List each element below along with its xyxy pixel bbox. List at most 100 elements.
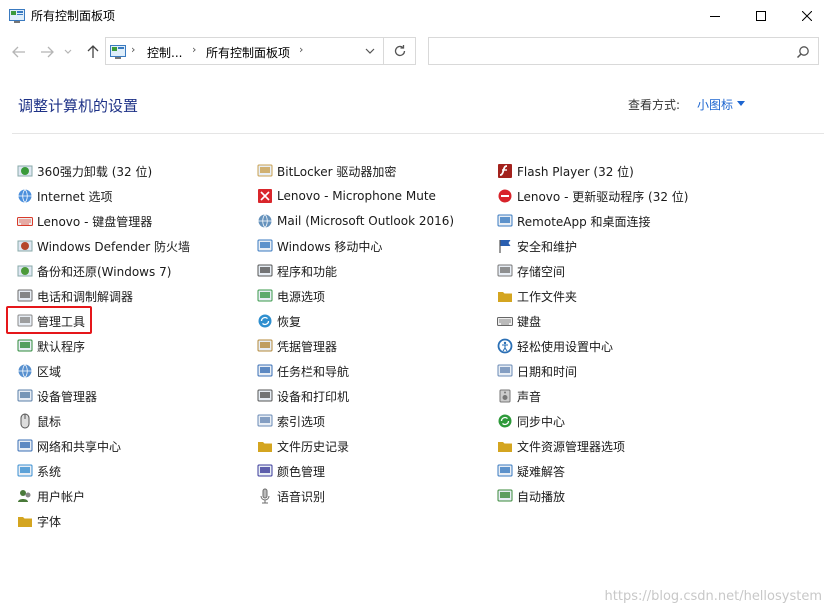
control-panel-item-label: 恢复 xyxy=(277,314,302,329)
refresh-icon[interactable] xyxy=(383,38,416,64)
back-arrow-icon[interactable] xyxy=(10,43,28,61)
lenovo-update-icon xyxy=(497,188,513,204)
sync-center-icon xyxy=(497,413,513,429)
control-panel-item[interactable]: 字体 xyxy=(17,510,61,532)
control-panel-item[interactable]: 日期和时间 xyxy=(497,360,577,382)
up-arrow-icon[interactable] xyxy=(84,43,102,61)
control-panel-item[interactable]: 系统 xyxy=(17,460,61,482)
control-panel-item[interactable]: 自动播放 xyxy=(497,485,565,507)
control-panel-item[interactable]: BitLocker 驱动器加密 xyxy=(257,160,396,182)
control-panel-item-label: Lenovo - 更新驱动程序 (32 位) xyxy=(517,189,689,204)
control-panel-item[interactable]: 语音识别 xyxy=(257,485,325,507)
mobility-center-icon xyxy=(257,238,273,254)
control-panel-item[interactable]: 索引选项 xyxy=(257,410,325,432)
control-panel-item[interactable]: Lenovo - 更新驱动程序 (32 位) xyxy=(497,185,688,207)
window-title: 所有控制面板项 xyxy=(31,9,116,23)
control-panel-item[interactable]: 恢复 xyxy=(257,310,301,332)
control-panel-item[interactable]: 鼠标 xyxy=(17,410,61,432)
control-panel-item-label: 自动播放 xyxy=(517,489,566,504)
control-panel-item[interactable]: 设备和打印机 xyxy=(257,385,349,407)
breadcrumb-separator-icon[interactable]: › xyxy=(299,43,303,56)
control-panel-item[interactable]: Lenovo - 键盘管理器 xyxy=(17,210,152,232)
control-panel-item[interactable]: 程序和功能 xyxy=(257,260,337,282)
sound-icon xyxy=(497,388,513,404)
control-panel-item-label: 电话和调制解调器 xyxy=(37,289,134,304)
control-panel-item[interactable]: 同步中心 xyxy=(497,410,565,432)
address-dropdown-icon[interactable] xyxy=(360,41,380,61)
control-panel-item-label: 颜色管理 xyxy=(277,464,326,479)
flash-player-icon xyxy=(497,163,513,179)
speech-recognition-icon xyxy=(257,488,273,504)
work-folders-icon xyxy=(497,288,513,304)
control-panel-item[interactable]: 用户帐户 xyxy=(17,485,85,507)
control-panel-item[interactable]: 凭据管理器 xyxy=(257,335,337,357)
view-by-dropdown[interactable]: 小图标 xyxy=(697,96,733,113)
control-panel-item-label: 日期和时间 xyxy=(517,364,578,379)
control-panel-item[interactable]: 备份和还原(Windows 7) xyxy=(17,260,171,282)
control-panel-item[interactable]: Internet 选项 xyxy=(17,185,112,207)
control-panel-item[interactable]: 电源选项 xyxy=(257,285,325,307)
control-panel-item[interactable]: 区域 xyxy=(17,360,61,382)
control-panel-item-label: Flash Player (32 位) xyxy=(517,164,634,179)
control-panel-item-label: 用户帐户 xyxy=(37,489,86,504)
forward-arrow-icon[interactable] xyxy=(38,43,56,61)
user-accounts-icon xyxy=(17,488,33,504)
breadcrumb-all-items[interactable]: 所有控制面板项 xyxy=(206,44,290,61)
control-panel-item-label: Lenovo - 键盘管理器 xyxy=(37,214,153,229)
control-panel-item-label: 轻松使用设置中心 xyxy=(517,339,614,354)
breadcrumb-control-panel[interactable]: 控制... xyxy=(147,44,182,61)
close-button[interactable] xyxy=(784,0,830,32)
control-panel-item-label: Mail (Microsoft Outlook 2016) xyxy=(277,214,455,228)
device-manager-icon xyxy=(17,388,33,404)
control-panel-item[interactable]: Windows Defender 防火墙 xyxy=(17,235,190,257)
control-panel-item-label: 网络和共享中心 xyxy=(37,439,122,454)
control-panel-item[interactable]: 文件资源管理器选项 xyxy=(497,435,625,457)
control-panel-item[interactable]: 安全和维护 xyxy=(497,235,577,257)
recovery-icon xyxy=(257,313,273,329)
search-input[interactable] xyxy=(428,37,819,65)
keyboard-icon xyxy=(497,313,513,329)
control-panel-item[interactable]: 默认程序 xyxy=(17,335,85,357)
control-panel-item[interactable]: Lenovo - Microphone Mute xyxy=(257,185,436,207)
control-panel-item[interactable]: 文件历史记录 xyxy=(257,435,349,457)
control-panel-item[interactable]: 任务栏和导航 xyxy=(257,360,349,382)
control-panel-item-label: 同步中心 xyxy=(517,414,566,429)
control-panel-item[interactable]: 键盘 xyxy=(497,310,541,332)
control-panel-item[interactable]: 存储空间 xyxy=(497,260,565,282)
control-panel-item[interactable]: 设备管理器 xyxy=(17,385,97,407)
control-panel-item[interactable]: 颜色管理 xyxy=(257,460,325,482)
control-panel-item-label: 区域 xyxy=(37,364,62,379)
watermark: https://blog.csdn.net/hellosystem xyxy=(604,589,822,604)
control-panel-item-label: 鼠标 xyxy=(37,414,62,429)
control-panel-item-label: 声音 xyxy=(517,389,542,404)
maximize-button[interactable] xyxy=(738,0,784,32)
control-panel-item-label: 备份和还原(Windows 7) xyxy=(37,264,172,279)
firewall-icon xyxy=(17,238,33,254)
search-icon[interactable] xyxy=(796,44,810,59)
control-panel-item[interactable]: 疑难解答 xyxy=(497,460,565,482)
control-panel-item[interactable]: 轻松使用设置中心 xyxy=(497,335,613,357)
address-bar[interactable]: › 控制... › 所有控制面板项 › xyxy=(105,37,416,65)
minimize-button[interactable] xyxy=(692,0,738,32)
control-panel-item-label: BitLocker 驱动器加密 xyxy=(277,164,397,179)
control-panel-item[interactable]: 声音 xyxy=(497,385,541,407)
fonts-icon xyxy=(17,513,33,529)
control-panel-item[interactable]: Flash Player (32 位) xyxy=(497,160,634,182)
control-panel-item[interactable]: 网络和共享中心 xyxy=(17,435,121,457)
chevron-down-icon[interactable] xyxy=(737,101,745,106)
control-panel-item[interactable]: RemoteApp 和桌面连接 xyxy=(497,210,651,232)
control-panel-item[interactable]: 电话和调制解调器 xyxy=(17,285,133,307)
control-panel-item-label: 默认程序 xyxy=(37,339,86,354)
divider xyxy=(12,133,824,134)
control-panel-item[interactable]: 360强力卸载 (32 位) xyxy=(17,160,152,182)
breadcrumb-separator-icon[interactable]: › xyxy=(192,43,196,56)
control-panel-item[interactable]: Mail (Microsoft Outlook 2016) xyxy=(257,210,454,232)
control-panel-item-label: 疑难解答 xyxy=(517,464,566,479)
control-panel-item-label: Internet 选项 xyxy=(37,189,113,204)
remoteapp-icon xyxy=(497,213,513,229)
breadcrumb-separator-icon[interactable]: › xyxy=(131,43,135,56)
recent-locations-chevron-icon[interactable] xyxy=(62,43,74,61)
control-panel-item[interactable]: 工作文件夹 xyxy=(497,285,577,307)
page-title: 调整计算机的设置 xyxy=(18,97,139,115)
control-panel-item[interactable]: Windows 移动中心 xyxy=(257,235,382,257)
